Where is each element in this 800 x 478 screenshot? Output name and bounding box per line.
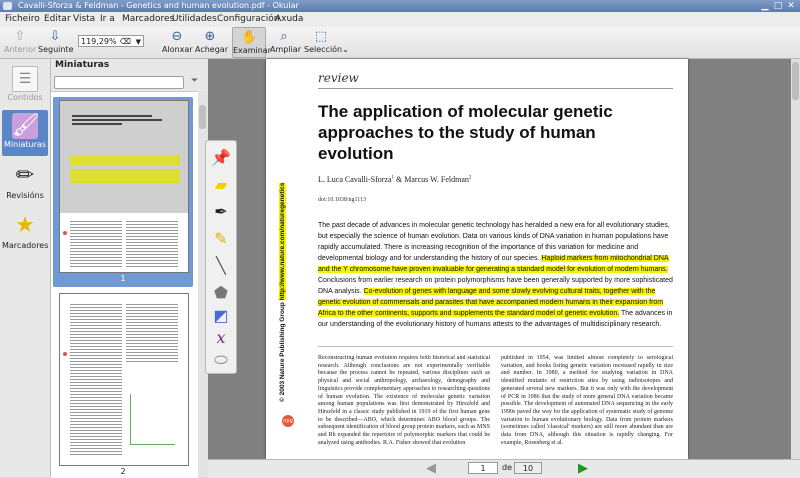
menu-settings[interactable]: Configuración — [217, 12, 279, 27]
page-number-input[interactable]: 1 — [468, 462, 498, 474]
pdf-page: review The application of molecular gene… — [266, 59, 688, 459]
page-of-label: de — [502, 463, 512, 472]
menu-go[interactable]: Ir a — [100, 12, 115, 27]
menu-bookmarks[interactable]: Marcadores — [122, 12, 174, 27]
highlighter-icon[interactable]: ✎ — [210, 228, 232, 250]
ellipse-icon[interactable]: ⬭ — [210, 349, 232, 371]
thumbnail-list: 1 2 — [51, 91, 198, 478]
section-label: review — [318, 71, 359, 85]
magnifier-icon: ⌕ — [280, 29, 288, 44]
zoom-in-button[interactable]: ⊕ Achegar — [195, 27, 228, 58]
document-doi: doi:10.1038/ng1113 — [318, 197, 367, 203]
thumbnail-1[interactable]: 1 — [53, 97, 193, 287]
line-icon[interactable]: ╲ — [210, 255, 232, 277]
menu-edit[interactable]: Editar — [44, 12, 71, 27]
arrow-down-icon: ⇩ — [49, 29, 61, 44]
zoom-out-button[interactable]: ⊖ Alonxar — [162, 27, 193, 58]
title-bar: Cavalli-Sforza & Feldman - Genetics and … — [0, 0, 800, 12]
pen-icon[interactable]: ✒ — [210, 201, 232, 223]
sidebar-item-bookmarks[interactable]: ★ Marcadores — [2, 209, 48, 255]
scrollbar-thumb[interactable] — [199, 105, 206, 129]
page-scrollbar[interactable] — [791, 59, 800, 459]
okular-app-icon — [3, 2, 12, 10]
window-title: Cavalli-Sforza & Feldman - Genetics and … — [18, 1, 299, 10]
underline-icon[interactable]: x — [210, 327, 232, 349]
sidebar-item-reviews[interactable]: ✏ Revisións — [2, 159, 48, 205]
menu-tools[interactable]: Utilidades — [172, 12, 217, 27]
page-navigation-bar: ◀ 1 de 10 ▶ — [208, 459, 800, 478]
zoom-out-icon: ⊖ — [171, 29, 183, 44]
body-column-2: published in 1954, was limited almost co… — [501, 355, 673, 446]
thumbnail-2[interactable]: 2 — [53, 290, 193, 478]
annotation-toolbar: 📌 ▰ ✒ ✎ ╲ ⬟ ◩ x ⬭ — [205, 140, 237, 374]
zoom-select[interactable]: 119,29% ⌫ ▼ — [78, 35, 144, 47]
side-copyright: © 2003 Nature Publishing Group http://ww… — [279, 182, 286, 402]
menu-bar: Ficheiro Editar Vista Ir a Marcadores Ut… — [0, 12, 800, 27]
thumbnail-page-image — [59, 293, 189, 466]
npg-logo: npg — [282, 415, 294, 427]
thumbnails-title: Miniaturas — [55, 60, 110, 70]
maximize-icon[interactable]: □ — [773, 1, 783, 11]
close-icon[interactable]: ✕ — [786, 1, 796, 11]
sidebar-item-thumbnails[interactable]: 🖌 Miniaturas — [2, 110, 48, 156]
contents-icon: ☰ — [12, 66, 38, 92]
thumbnail-search-input[interactable] — [54, 76, 184, 89]
zoom-value: 119,29% — [81, 37, 117, 46]
hand-icon: ✋ — [241, 30, 258, 45]
thumbnail-page-number: 2 — [120, 467, 126, 476]
menu-file[interactable]: Ficheiro — [5, 12, 40, 27]
chevron-down-icon[interactable]: ▼ — [136, 36, 141, 48]
selection-tool-button[interactable]: ⬚ Selección⌄ — [304, 27, 349, 58]
menu-help[interactable]: Axuda — [275, 12, 303, 27]
body-column-1: Reconstructing human evolution requires … — [318, 355, 490, 446]
star-icon: ★ — [15, 213, 35, 238]
abstract: The past decade of advances in molecular… — [318, 222, 673, 328]
thumbnail-page-image — [59, 100, 189, 273]
next-page-icon[interactable]: ▶ — [578, 462, 588, 476]
clear-icon[interactable]: ⌫ — [120, 36, 131, 48]
stamp-icon[interactable]: ◩ — [210, 305, 232, 327]
pencil-icon: ✏ — [15, 163, 35, 188]
menu-view[interactable]: Vista — [73, 12, 95, 27]
previous-page-button[interactable]: ⇧ Anterior — [4, 27, 36, 58]
thumbnails-icon: 🖌 — [12, 113, 40, 139]
page-count: 10 — [514, 462, 542, 474]
main-toolbar: ⇧ Anterior ⇩ Seguinte 119,29% ⌫ ▼ ⊖ Alon… — [0, 27, 800, 59]
polygon-icon[interactable]: ⬟ — [210, 282, 232, 304]
pushpin-icon[interactable]: 📌 — [210, 147, 232, 169]
previous-page-icon[interactable]: ◀ — [426, 462, 436, 476]
next-page-button[interactable]: ⇩ Seguinte — [38, 27, 74, 58]
minimize-icon[interactable]: ▁ — [760, 1, 770, 11]
thumbnail-page-number: 1 — [120, 274, 126, 283]
sticky-note-icon[interactable]: ▰ — [210, 174, 232, 196]
selection-icon: ⬚ — [314, 29, 328, 44]
sidebar: ☰ Contidos 🖌 Miniaturas ✏ Revisións ★ Ma… — [0, 59, 51, 477]
arrow-up-icon: ⇧ — [14, 29, 26, 44]
zoom-in-icon: ⊕ — [204, 29, 216, 44]
sidebar-item-contents[interactable]: ☰ Contidos — [2, 63, 48, 109]
scrollbar-thumb[interactable] — [792, 62, 799, 100]
document-title: The application of molecular genetic app… — [318, 102, 613, 163]
magnify-tool-button[interactable]: ⌕ Ampliar — [270, 27, 301, 58]
filter-icon[interactable]: ⏷ — [191, 76, 198, 86]
browse-tool-button[interactable]: ✋ Examinar — [232, 27, 271, 58]
document-authors: L. Luca Cavalli-Sforza1 & Marcus W. Feld… — [318, 175, 472, 184]
